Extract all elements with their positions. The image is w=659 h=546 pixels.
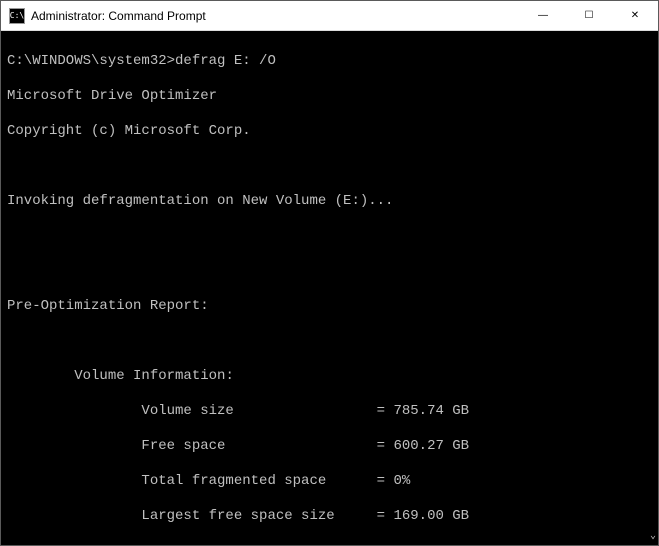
blank-line [7,263,652,281]
pre-largest-free: Largest free space size = 169.00 GB [7,508,652,526]
pre-free-space: Free space = 600.27 GB [7,438,652,456]
cmd-icon: C:\ [9,8,25,24]
scroll-down-icon[interactable]: ⌄ [650,531,656,544]
vol-info-header: Volume Information: [7,368,652,386]
blank-line [7,158,652,176]
invoking-line: Invoking defragmentation on New Volume (… [7,193,652,211]
prompt-line: C:\WINDOWS\system32>defrag E: /O [7,53,652,71]
vol-info-header-text: Volume Information: [74,368,234,384]
value: 0% [393,473,410,489]
prompt-text: C:\WINDOWS\system32> [7,53,175,69]
label: Free space = [7,438,393,454]
value: 785.74 GB [393,403,469,419]
value: 600.27 GB [393,438,469,454]
maximize-button[interactable]: ☐ [566,1,612,31]
pre-report-header: Pre-Optimization Report: [7,298,652,316]
titlebar[interactable]: C:\ Administrator: Command Prompt — ☐ ✕ [1,1,658,31]
label: Total fragmented space = [7,473,393,489]
command-prompt-window: C:\ Administrator: Command Prompt — ☐ ✕ … [0,0,659,546]
copyright-line: Copyright (c) Microsoft Corp. [7,123,652,141]
label: Volume size = [7,403,393,419]
minimize-button[interactable]: — [520,1,566,31]
blank-line [7,543,652,546]
blank-line [7,228,652,246]
blank-line [7,333,652,351]
pre-volume-size: Volume size = 785.74 GB [7,403,652,421]
window-title: Administrator: Command Prompt [31,9,206,23]
close-button[interactable]: ✕ [612,1,658,31]
command-text: defrag E: /O [175,53,276,69]
console-area[interactable]: C:\WINDOWS\system32>defrag E: /O Microso… [1,31,658,545]
label: Largest free space size = [7,508,393,524]
value: 169.00 GB [393,508,469,524]
app-name-line: Microsoft Drive Optimizer [7,88,652,106]
pre-total-frag: Total fragmented space = 0% [7,473,652,491]
